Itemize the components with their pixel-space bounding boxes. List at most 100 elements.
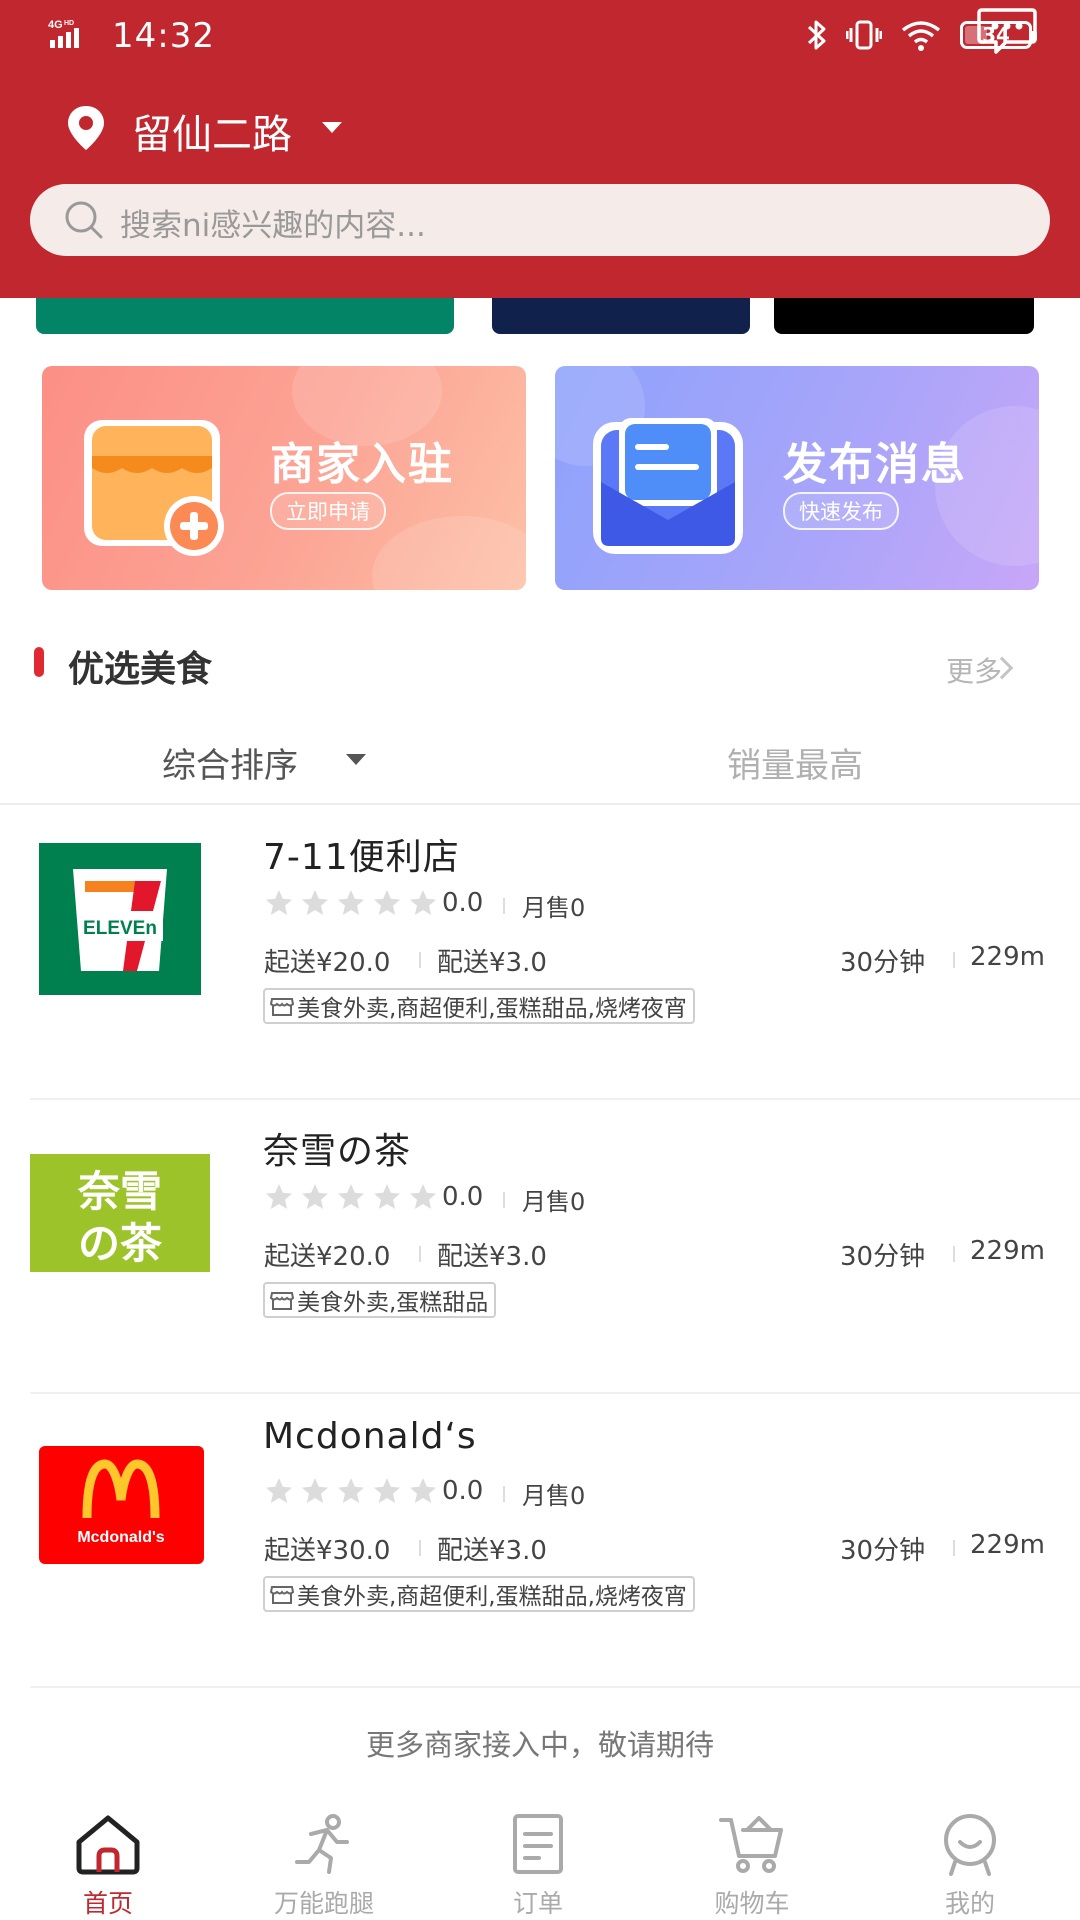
divider: [953, 1540, 955, 1556]
shop-logo-nayuki: 奈雪 の茶: [30, 1154, 210, 1272]
shop-card[interactable]: Mcdonald's Mcdonald‘s 0.0 月售0 起送¥30.0 配送…: [0, 1394, 1080, 1688]
nav-profile[interactable]: 我的: [890, 1812, 1050, 1920]
rating-score: 0.0: [442, 888, 484, 918]
distance: 229m: [970, 942, 1045, 972]
shop-name[interactable]: Mcdonald‘s: [263, 1416, 477, 1457]
search-placeholder: 搜索ni感兴趣的内容...: [120, 208, 426, 244]
bluetooth-icon: [807, 20, 826, 50]
sort-tab-sales[interactable]: 销量最高: [727, 738, 863, 787]
delivery-time: 30分钟: [840, 1242, 926, 1272]
nav-label: 万能跑腿: [273, 1889, 374, 1918]
distance: 229m: [970, 1236, 1045, 1266]
nav-label: 购物车: [714, 1889, 790, 1918]
nav-cart[interactable]: 购物车: [672, 1812, 832, 1920]
network-type: 4G: [48, 19, 63, 31]
status-time: 14:32: [112, 16, 215, 56]
star-icon: [410, 1184, 436, 1209]
divider: [419, 1246, 421, 1262]
nav-home[interactable]: 首页: [28, 1812, 188, 1920]
shop-logo-7eleven: ELEVEn: [39, 843, 201, 995]
star-icon: [266, 890, 292, 915]
delivery-fee: 配送¥3.0: [437, 1536, 547, 1566]
star-icon: [266, 1478, 292, 1503]
star-icon: [302, 890, 328, 915]
store-icon: [269, 998, 295, 1016]
nav-label: 我的: [944, 1889, 995, 1918]
cart-icon: [719, 1816, 783, 1873]
seven-eleven-logo: ELEVEn: [73, 869, 167, 971]
divider: [503, 1192, 505, 1208]
status-bar: 4G HD 14:32 34: [0, 0, 1080, 70]
tags-text: 美食外卖,蛋糕甜品: [297, 1290, 489, 1316]
delivery-fee: 配送¥3.0: [437, 1242, 547, 1272]
location-name[interactable]: 留仙二路: [132, 102, 292, 160]
rating-score: 0.0: [442, 1182, 484, 1212]
star-rating: [264, 1182, 438, 1212]
delivery-time: 30分钟: [840, 948, 926, 978]
tags-text: 美食外卖,商超便利,蛋糕甜品,烧烤夜宵: [297, 996, 687, 1022]
star-icon: [302, 1478, 328, 1503]
home-screen: 4G HD 14:32 34 留仙二路 搜索ni感兴趣的内容... 商家入驻 立…: [0, 0, 1080, 1920]
min-order: 起送¥20.0: [264, 948, 391, 978]
runner-icon: [295, 1814, 349, 1874]
decor-cloud: [372, 516, 526, 590]
star-icon: [374, 890, 400, 915]
location-dropdown-icon[interactable]: [322, 122, 342, 133]
store-icon: [269, 1586, 295, 1604]
divider: [419, 952, 421, 968]
signal-icon: 4G HD: [48, 19, 79, 48]
logo-text: Mcdonald's: [77, 1529, 164, 1546]
star-icon: [410, 1478, 436, 1503]
star-icon: [374, 1184, 400, 1209]
star-icon: [338, 890, 364, 915]
star-icon: [338, 1478, 364, 1503]
rating-score: 0.0: [442, 1476, 484, 1506]
star-icon: [410, 890, 436, 915]
star-rating: [264, 1476, 438, 1506]
shop-name[interactable]: 7-11便利店: [263, 828, 460, 880]
sort-dropdown-icon[interactable]: [346, 754, 366, 765]
mail-icon: [593, 418, 743, 554]
distance: 229m: [970, 1530, 1045, 1560]
category-tags: 美食外卖,蛋糕甜品: [263, 1282, 497, 1318]
divider: [953, 952, 955, 968]
network-hd: HD: [64, 20, 74, 27]
star-rating: [264, 888, 438, 918]
wifi-icon: [901, 21, 941, 51]
mcdonalds-logo: Mcdonald's: [77, 1459, 165, 1546]
nav-label: 订单: [512, 1889, 563, 1918]
app-header: 4G HD 14:32 34 留仙二路 搜索ni感兴趣的内容...: [0, 0, 1080, 298]
divider: [30, 1686, 1080, 1688]
shop-card[interactable]: ELEVEn 7-11便利店 0.0 月售0 起送¥20.0 配送¥3.0 30…: [0, 806, 1080, 1100]
shop-card[interactable]: 奈雪 の茶 奈雪の茶 0.0 月售0 起送¥20.0 配送¥3.0 30分钟 2…: [0, 1100, 1080, 1394]
shop-logo-mcdonalds: Mcdonald's: [39, 1446, 204, 1564]
nav-orders[interactable]: 订单: [458, 1812, 618, 1920]
star-icon: [266, 1184, 292, 1209]
divider: [419, 1540, 421, 1556]
divider: [0, 803, 1080, 805]
monthly-sales: 月售0: [522, 894, 586, 922]
nav-errand[interactable]: 万能跑腿: [244, 1812, 404, 1920]
category-tags: 美食外卖,商超便利,蛋糕甜品,烧烤夜宵: [263, 988, 695, 1024]
message-icon[interactable]: [976, 6, 1038, 56]
shop-name[interactable]: 奈雪の茶: [263, 1122, 411, 1174]
star-icon: [302, 1184, 328, 1209]
location-selector[interactable]: 留仙二路: [0, 96, 1080, 166]
divider: [503, 1486, 505, 1502]
merchant-join-card[interactable]: 商家入驻 立即申请: [42, 366, 526, 590]
post-message-card[interactable]: 发布消息 快速发布: [555, 366, 1039, 590]
star-icon: [338, 1184, 364, 1209]
vibrate-icon: [846, 20, 882, 50]
profile-icon: [944, 1814, 996, 1876]
quick-post-button[interactable]: 快速发布: [783, 492, 899, 530]
search-bar[interactable]: 搜索ni感兴趣的内容...: [30, 184, 1050, 256]
min-order: 起送¥30.0: [264, 1536, 391, 1566]
location-pin-icon: [68, 106, 104, 150]
category-tags: 美食外卖,商超便利,蛋糕甜品,烧烤夜宵: [263, 1576, 695, 1612]
order-icon: [513, 1814, 563, 1874]
divider: [953, 1246, 955, 1262]
sort-tab-comprehensive[interactable]: 综合排序: [162, 738, 298, 787]
apply-now-button[interactable]: 立即申请: [270, 492, 386, 530]
tags-text: 美食外卖,商超便利,蛋糕甜品,烧烤夜宵: [297, 1584, 687, 1610]
logo-text: 奈雪: [77, 1167, 162, 1216]
